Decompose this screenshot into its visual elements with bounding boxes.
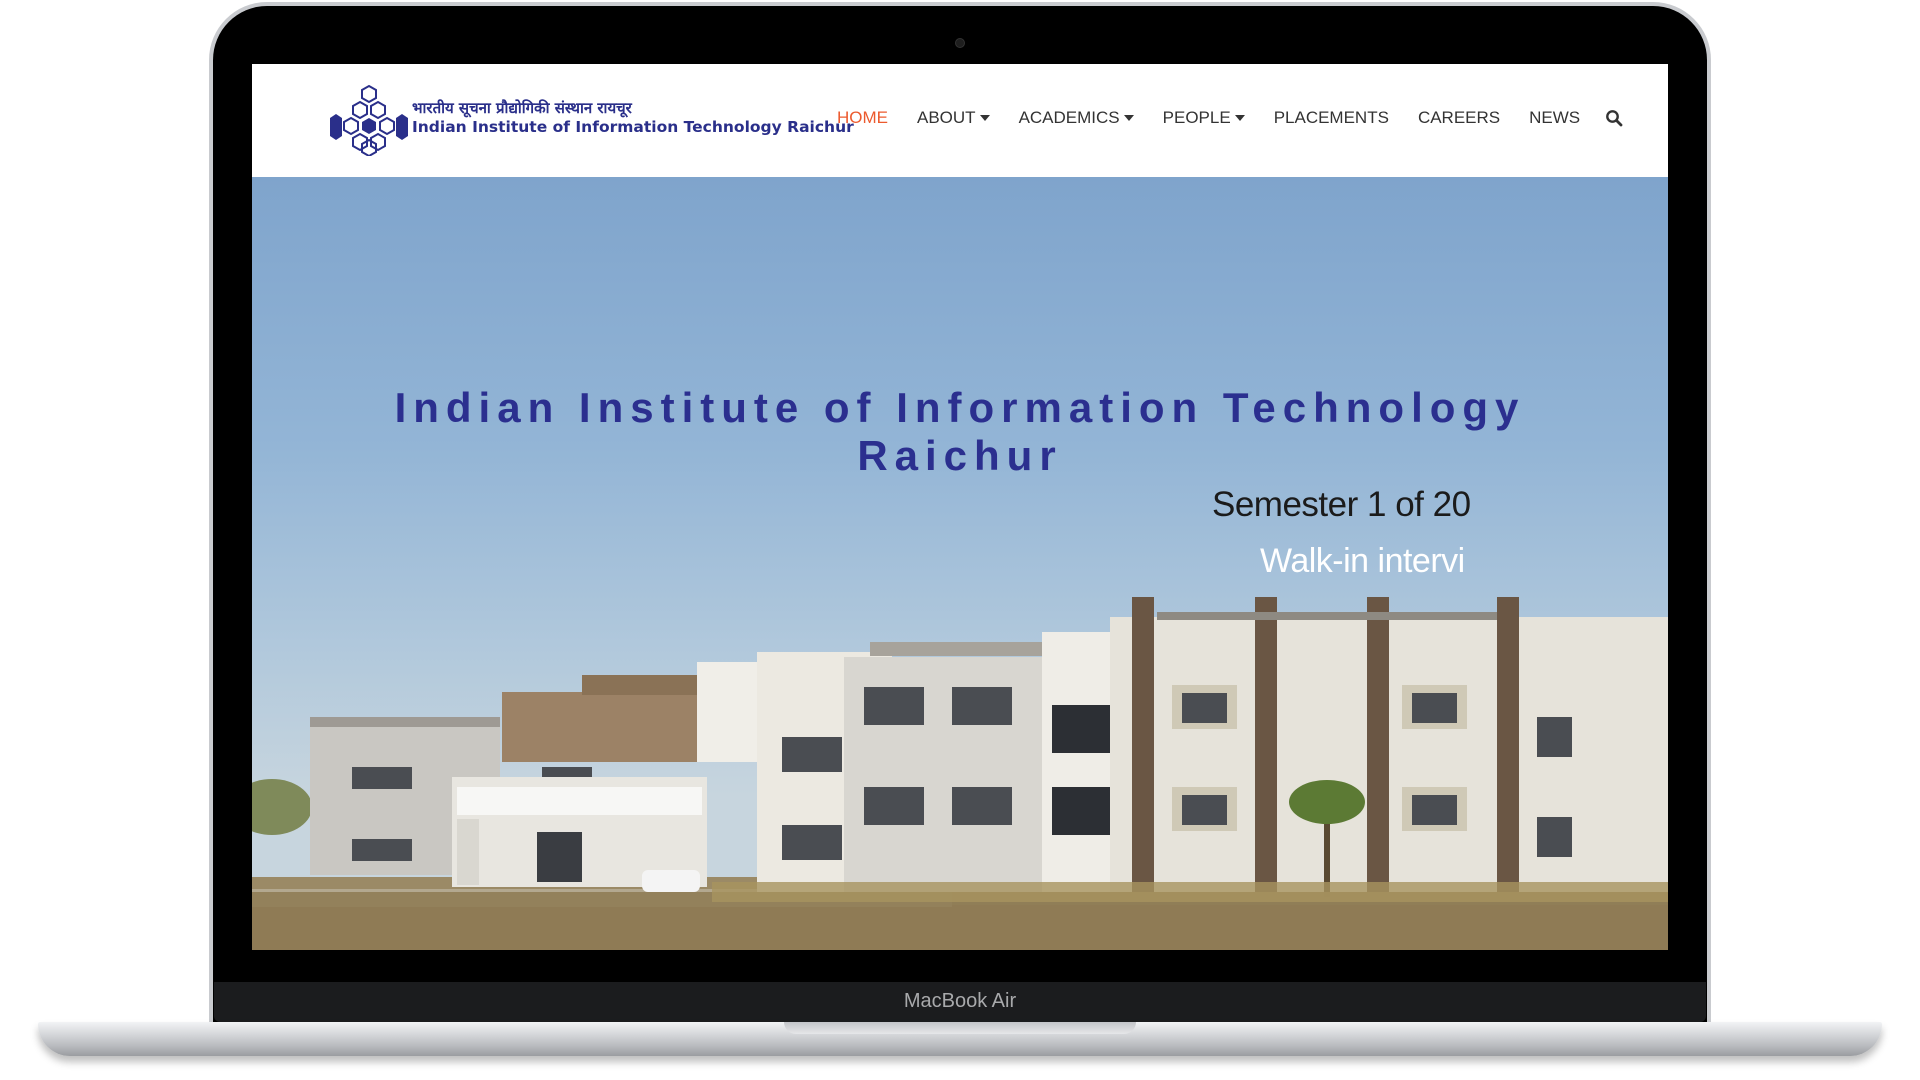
hero-ticker-semester: Semester 1 of 20 — [1212, 485, 1471, 524]
caret-down-icon — [1123, 115, 1134, 121]
nav-home-label: HOME — [837, 108, 888, 127]
laptop-base — [38, 1022, 1882, 1056]
nav-about-label: ABOUT — [917, 108, 976, 127]
nav-academics-label: ACADEMICS — [1018, 108, 1120, 127]
nav-home[interactable]: HOME — [837, 108, 888, 128]
hero-title-line-1: Indian Institute of Information Technolo… — [394, 384, 1526, 431]
nav-about-dropdown[interactable]: ABOUT — [917, 108, 990, 128]
laptop-hinge-notch — [784, 1022, 1136, 1034]
hero-title-line-2: Raichur — [857, 432, 1063, 479]
hero-banner: Indian Institute of Information Technolo… — [252, 177, 1668, 950]
nav-people-label: PEOPLE — [1162, 108, 1231, 127]
caret-down-icon — [979, 115, 990, 121]
browser-screen: भारतीय सूचना प्रौद्योगिकी संस्थान रायचूर… — [252, 64, 1668, 950]
brand-name-hindi[interactable]: भारतीय सूचना प्रौद्योगिकी संस्थान रायचूर — [412, 98, 632, 118]
nav-academics-dropdown[interactable]: ACADEMICS — [1019, 108, 1134, 128]
nav-careers-label: CAREERS — [1417, 108, 1501, 127]
nav-careers[interactable]: CAREERS — [1418, 108, 1500, 128]
caret-down-icon — [1234, 115, 1245, 121]
brand-name-english[interactable]: Indian Institute of Information Technolo… — [412, 118, 854, 136]
main-nav: HOME ABOUT ACADEMICS PEOPLE PLACEMENTS C… — [837, 108, 1623, 128]
nav-people-dropdown[interactable]: PEOPLE — [1163, 108, 1245, 128]
laptop-chin: MacBook Air — [214, 982, 1706, 1022]
camera-dot — [955, 38, 965, 48]
nav-placements-label: PLACEMENTS — [1273, 108, 1389, 127]
site-navbar: भारतीय सूचना प्रौद्योगिकी संस्थान रायचूर… — [252, 64, 1668, 177]
institute-logo-icon[interactable] — [330, 84, 408, 156]
hero-title: Indian Institute of Information Technolo… — [252, 384, 1668, 480]
nav-news-label: NEWS — [1529, 108, 1581, 127]
search-icon[interactable] — [1605, 109, 1623, 127]
nav-news[interactable]: NEWS — [1529, 108, 1580, 128]
device-label: MacBook Air — [903, 990, 1017, 1012]
nav-placements[interactable]: PLACEMENTS — [1274, 108, 1389, 128]
hero-ticker-walkin[interactable]: Walk-in intervi — [1260, 542, 1465, 581]
